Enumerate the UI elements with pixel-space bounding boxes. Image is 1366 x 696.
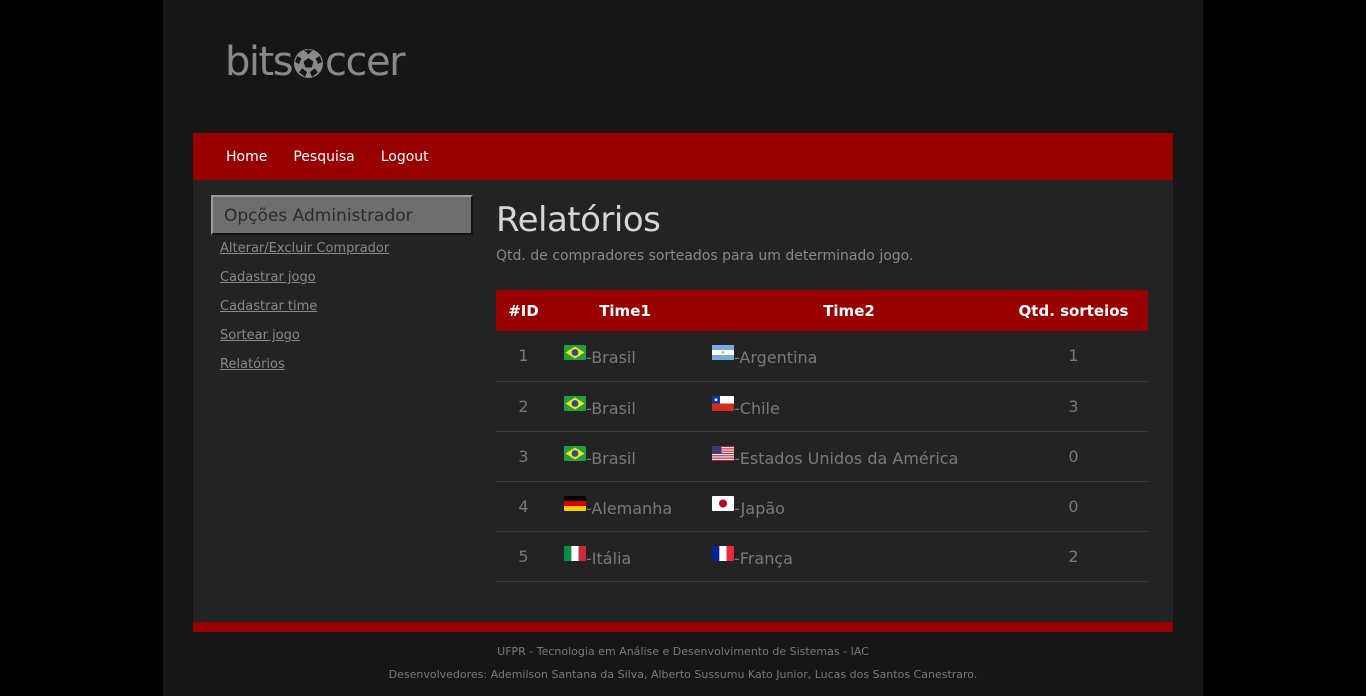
content-panel: Opções Administrador Alterar/Excluir Com… — [193, 180, 1173, 622]
row-id: 4 — [518, 496, 529, 516]
header-qtd-sorteios: Qtd. sorteios — [1018, 301, 1129, 320]
team1-name: -Brasil — [586, 448, 636, 468]
sidebar-link-cadastrar-jogo[interactable]: Cadastrar jogo — [220, 270, 389, 299]
team2-name: -Japão — [734, 498, 785, 518]
table-row: 2 -Brasil -Chile 3 — [496, 381, 1148, 431]
row-team2: -Chile — [699, 381, 999, 431]
sidebar-link-alterar-comprador[interactable]: Alterar/Excluir Comprador — [220, 241, 389, 270]
row-id: 5 — [518, 546, 529, 566]
sidebar-link-cadastrar-time[interactable]: Cadastrar time — [220, 299, 389, 328]
row-id: 3 — [518, 446, 529, 466]
table-row: 5 -Itália -França 2 — [496, 531, 1148, 581]
team2-name: -França — [734, 548, 793, 568]
table-row: 4 -Alemanha -Japão 0 — [496, 481, 1148, 531]
sidebar-title: Opções Administrador — [211, 195, 473, 235]
chile-flag-icon — [712, 395, 734, 411]
team1-name: -Alemanha — [586, 498, 673, 518]
row-team2: -Estados Unidos da América — [699, 431, 999, 481]
table-header-row: #ID Time1 Time2 Qtd. sorteios — [496, 290, 1148, 331]
row-qtd-sorteios: 0 — [1068, 446, 1079, 466]
team2-name: -Estados Unidos da América — [734, 448, 959, 468]
row-qtd-sorteios: 3 — [1068, 396, 1079, 416]
argentina-flag-icon — [712, 345, 734, 361]
row-team1: -Brasil — [551, 331, 699, 381]
italy-flag-icon — [564, 545, 586, 561]
sidebar-link-sortear-jogo[interactable]: Sortear jogo — [220, 328, 389, 357]
footer-bar — [193, 622, 1173, 632]
page-title: Relatórios — [496, 200, 661, 240]
brazil-flag-icon — [564, 345, 586, 361]
row-qtd-sorteios: 1 — [1068, 346, 1079, 366]
row-team1: -Itália — [551, 531, 699, 581]
usa-flag-icon — [712, 445, 734, 461]
row-team1: -Alemanha — [551, 481, 699, 531]
team1-name: -Brasil — [586, 398, 636, 418]
sidebar-menu: Alterar/Excluir Comprador Cadastrar jogo… — [220, 241, 389, 386]
nav-home-link[interactable]: Home — [226, 149, 267, 165]
footer-line-institution: UFPR - Tecnologia em Análise e Desenvolv… — [497, 645, 869, 658]
row-qtd-sorteios: 2 — [1068, 546, 1079, 566]
brazil-flag-icon — [564, 445, 586, 461]
row-team1: -Brasil — [551, 431, 699, 481]
row-team2: -Argentina — [699, 331, 999, 381]
team2-name: -Argentina — [734, 348, 818, 368]
logo-text-start: bits — [225, 39, 294, 85]
page-container: bits ccer Home Pesquisa Logout Opções Ad… — [163, 0, 1203, 696]
logo-text-end: ccer — [325, 39, 406, 85]
row-team1: -Brasil — [551, 381, 699, 431]
germany-flag-icon — [564, 495, 586, 511]
japan-flag-icon — [712, 495, 734, 511]
sidebar-link-relatorios[interactable]: Relatórios — [220, 357, 389, 386]
row-team2: -França — [699, 531, 999, 581]
team1-name: -Itália — [586, 548, 632, 568]
row-id: 2 — [518, 396, 529, 416]
table-row: 1 -Brasil -Argentina 1 — [496, 331, 1148, 381]
team2-name: -Chile — [734, 398, 780, 418]
row-team2: -Japão — [699, 481, 999, 531]
header-time1: Time1 — [599, 301, 651, 320]
site-logo[interactable]: bits ccer — [225, 39, 406, 85]
nav-pesquisa-link[interactable]: Pesquisa — [293, 149, 354, 165]
header-time2: Time2 — [823, 301, 875, 320]
main-navbar: Home Pesquisa Logout — [193, 133, 1173, 180]
report-table: #ID Time1 Time2 Qtd. sorteios 1 -Brasil -A… — [496, 290, 1148, 582]
footer-line-developers: Desenvolvedores: Ademilson Santana da Si… — [388, 668, 978, 681]
team1-name: -Brasil — [586, 348, 636, 368]
row-id: 1 — [518, 346, 529, 366]
row-qtd-sorteios: 0 — [1068, 496, 1079, 516]
table-row: 3 -Brasil -Estados Unidos da América 0 — [496, 431, 1148, 481]
header-id: #ID — [508, 301, 539, 320]
soccer-ball-icon — [293, 48, 324, 79]
nav-logout-link[interactable]: Logout — [381, 149, 429, 165]
page-subtitle: Qtd. de compradores sorteados para um de… — [496, 248, 914, 264]
brazil-flag-icon — [564, 395, 586, 411]
france-flag-icon — [712, 545, 734, 561]
